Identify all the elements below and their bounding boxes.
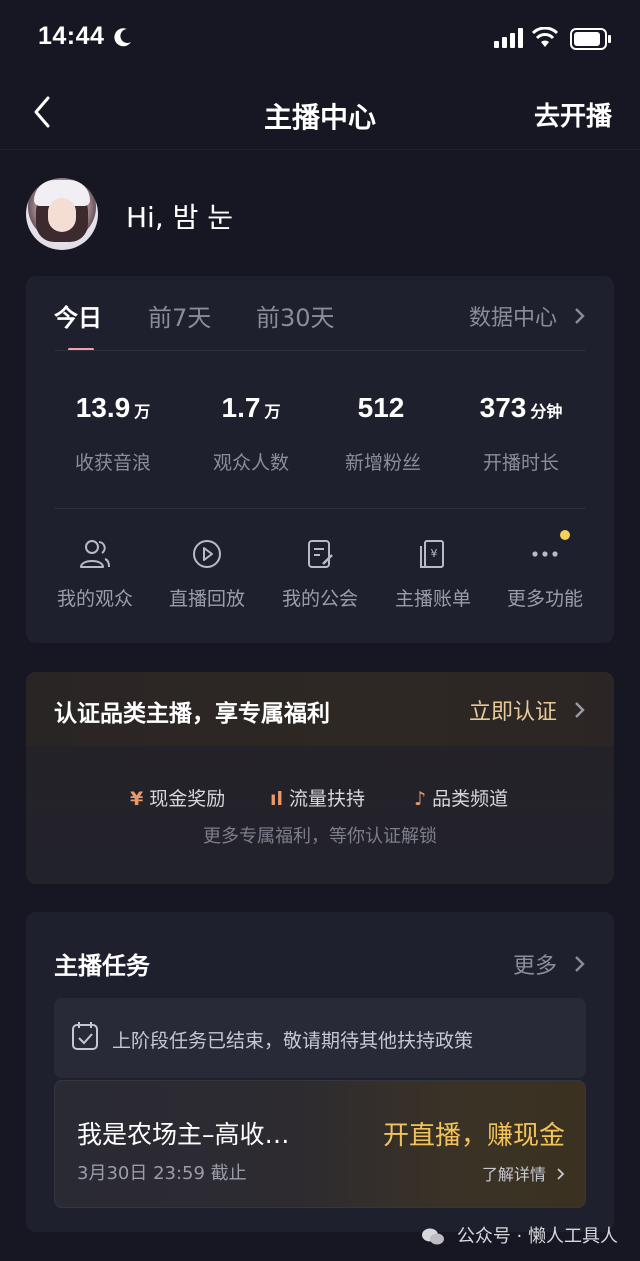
nav-bar: 主播中心 去开播 (0, 80, 640, 150)
task-name: 我是农场主–高收… (77, 1120, 290, 1149)
tool-label: 直播回放 (168, 588, 245, 610)
stat-viewers[interactable]: 1.7 万 观众人数 (186, 392, 316, 474)
tasks-card: 主播任务 更多 上阶段任务已结束，敬请期待其他扶持政策 我是农场主–高收… 3月… (26, 912, 614, 1232)
stat-value: 1.7 (221, 392, 261, 423)
certify-now-button[interactable]: 立即认证 (469, 694, 586, 726)
chevron-right-icon (575, 702, 585, 718)
tool-streamer-bill[interactable]: ¥ 主播账单 (378, 538, 488, 611)
tool-label: 我的公会 (281, 588, 358, 610)
certification-header[interactable]: 认证品类主播，享专属福利 立即认证 (26, 672, 614, 746)
tool-more-features[interactable]: 更多功能 (490, 530, 600, 611)
wechat-icon (422, 1228, 445, 1245)
cellular-signal-icon (494, 28, 523, 48)
chevron-right-icon (575, 308, 585, 324)
status-time: 14:44 (38, 22, 105, 50)
tool-live-replay[interactable]: 直播回放 (152, 538, 262, 611)
certify-now-label: 立即认证 (468, 700, 557, 725)
certification-title: 认证品类主播，享专属福利 (54, 701, 330, 727)
stat-unit: 万 (134, 402, 151, 421)
play-circle-icon (193, 540, 221, 568)
tasks-more-label: 更多 (512, 954, 557, 979)
stat-new-fans[interactable]: 512 新增粉丝 (318, 392, 448, 474)
tab-7-days[interactable]: 前7天 (148, 298, 211, 333)
bar-chart-icon: ıl (270, 788, 284, 810)
tool-my-audience[interactable]: 我的观众 (40, 538, 150, 611)
task-notice: 上阶段任务已结束，敬请期待其他扶持政策 (54, 998, 586, 1078)
stat-label: 开播时长 (482, 452, 559, 474)
go-live-button[interactable]: 去开播 (534, 96, 612, 133)
notice-text: 上阶段任务已结束，敬请期待其他扶持政策 (112, 1030, 474, 1052)
divider (54, 350, 586, 351)
tool-my-guild[interactable]: 我的公会 (265, 538, 375, 611)
document-edit-icon (308, 540, 333, 568)
stat-live-duration[interactable]: 373 分钟 开播时长 (456, 392, 586, 474)
svg-text:¥: ¥ (431, 547, 438, 560)
stat-income[interactable]: 13.9 万 收获音浪 (48, 392, 178, 474)
divider (54, 508, 586, 509)
chevron-right-icon (575, 956, 585, 972)
perk-category-channel: ♪ 品类频道 (414, 784, 508, 811)
profile-header: Hi, 밤 눈 (26, 178, 586, 250)
tool-label: 我的观众 (56, 588, 133, 610)
greeting-text: Hi, 밤 눈 (126, 201, 234, 234)
task-deadline: 3月30日 23:59 截止 (77, 1163, 247, 1184)
stat-label: 收获音浪 (74, 452, 151, 474)
yen-icon: ¥ (130, 788, 144, 810)
stat-unit: 分钟 (530, 402, 563, 421)
stat-label: 新增粉丝 (344, 452, 421, 474)
task-detail-link[interactable]: 了解详情 (482, 1161, 565, 1185)
task-detail-label: 了解详情 (481, 1165, 546, 1184)
watermark: 公众号 · 懒人工具人 (421, 1222, 618, 1248)
notification-dot (560, 530, 570, 540)
go-live-earn-button[interactable]: 开直播，赚现金 (383, 1115, 565, 1152)
stat-unit: 万 (264, 402, 281, 421)
perk-cash-reward: ¥ 现金奖励 (130, 784, 225, 811)
tasks-title: 主播任务 (54, 952, 150, 980)
stat-value: 13.9 (75, 392, 131, 423)
stats-card: 今日 前7天 前30天 数据中心 13.9 万 收获音浪 1.7 万 观众人数 51… (26, 276, 614, 643)
moon-icon (114, 28, 131, 47)
perk-label: 流量扶持 (289, 788, 366, 810)
more-dots-icon (532, 551, 558, 557)
avatar[interactable] (26, 178, 98, 250)
bill-icon: ¥ (420, 540, 444, 568)
data-center-link[interactable]: 数据中心 (469, 300, 586, 332)
stat-value: 373 (479, 392, 527, 423)
perk-label: 品类频道 (432, 788, 509, 810)
stat-value: 512 (357, 392, 405, 423)
tool-label: 更多功能 (506, 588, 583, 610)
users-icon (80, 540, 110, 568)
perk-traffic-support: ıl 流量扶持 (270, 784, 365, 811)
tool-label: 主播账单 (394, 588, 471, 610)
status-bar: 14:44 (0, 0, 640, 80)
music-note-icon: ♪ (414, 788, 427, 810)
data-center-label: 数据中心 (468, 306, 557, 331)
task-item[interactable]: 我是农场主–高收… 3月30日 23:59 截止 开直播，赚现金 了解详情 (54, 1080, 586, 1208)
tasks-more-link[interactable]: 更多 (513, 948, 586, 980)
certification-subtitle: 更多专属福利，等你认证解锁 (203, 826, 437, 847)
battery-icon (570, 28, 611, 50)
calendar-check-icon (72, 1022, 98, 1050)
perk-label: 现金奖励 (149, 788, 226, 810)
watermark-text: 公众号 · 懒人工具人 (456, 1226, 618, 1247)
wifi-icon (532, 27, 558, 47)
stat-label: 观众人数 (212, 452, 289, 474)
tab-30-days[interactable]: 前30天 (256, 298, 335, 333)
chevron-right-icon (557, 1168, 565, 1180)
certification-card: 认证品类主播，享专属福利 立即认证 ¥ 现金奖励 ıl 流量扶持 ♪ 品类频道 更多专… (26, 672, 614, 884)
tab-today[interactable]: 今日 (54, 298, 102, 333)
